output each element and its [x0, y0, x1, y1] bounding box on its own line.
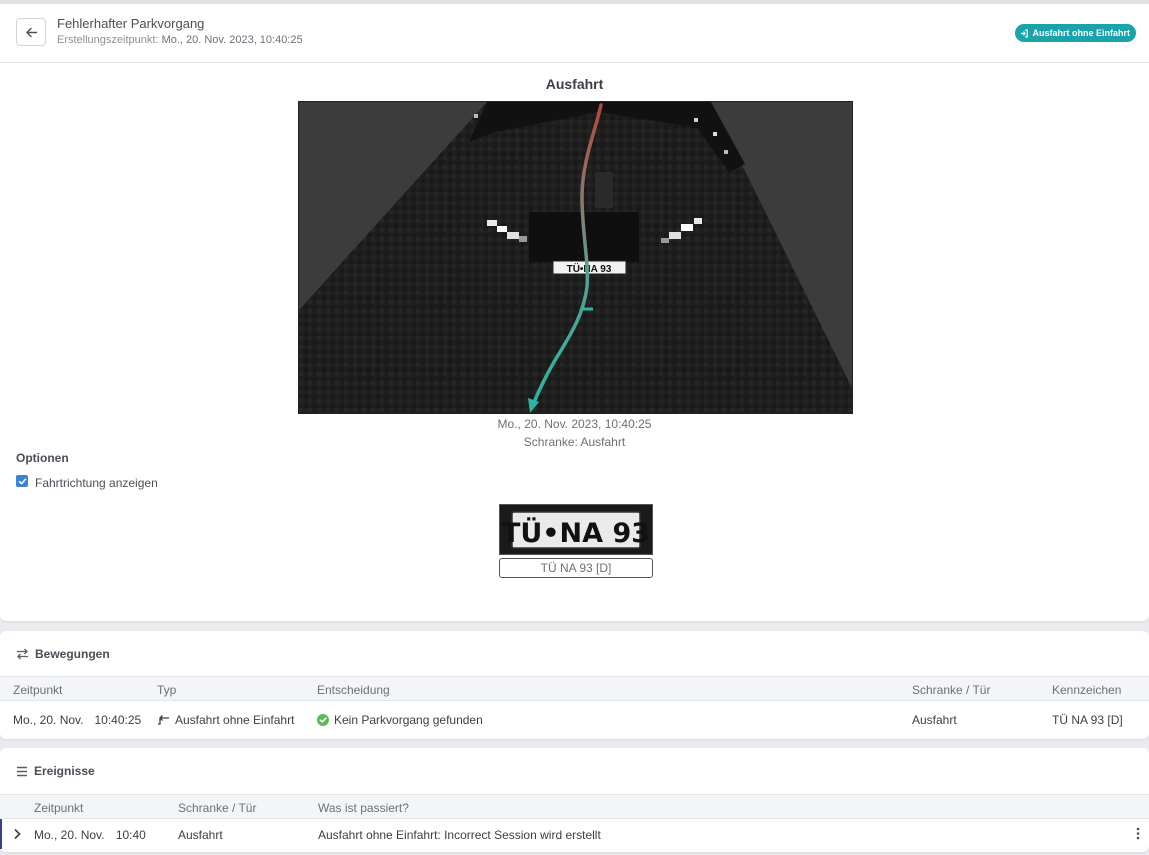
page-title: Fehlerhafter Parkvorgang	[57, 16, 205, 31]
camera-image: TÜ•NA 93	[298, 101, 853, 414]
movements-card: Bewegungen Zeitpunkt Typ Entscheidung Sc…	[0, 631, 1149, 739]
event-date: Mo., 20. Nov.	[34, 828, 105, 842]
recognized-plate: TÜ NA 93 [D]	[499, 558, 653, 578]
event-time: 10:40	[115, 828, 146, 842]
movement-plate: TÜ NA 93 [D]	[1052, 713, 1123, 727]
event-timestamp: Mo., 20. Nov. 10:40	[34, 828, 146, 842]
event-description: Ausfahrt ohne Einfahrt: Incorrect Sessio…	[318, 828, 601, 842]
chevron-right-icon[interactable]	[13, 828, 21, 840]
table-row[interactable]: Mo., 20. Nov. 10:40 Ausfahrt Ausfahrt oh…	[0, 819, 1149, 849]
col-typ[interactable]: Typ	[157, 683, 176, 697]
movement-type-label: Ausfahrt ohne Einfahrt	[175, 713, 295, 727]
capture-gate: Schranke: Ausfahrt	[523, 435, 626, 449]
table-row[interactable]: Mo., 20. Nov. 10:40:25 Ausfahrt ohne Ein…	[0, 701, 1149, 739]
more-vertical-icon[interactable]	[1136, 827, 1140, 840]
events-heading: Ereignisse	[16, 764, 95, 778]
plate-crop-graphic: TÜ•NA 93	[500, 505, 652, 554]
plate-crop-image: TÜ•NA 93	[499, 504, 653, 555]
list-icon	[17, 766, 27, 776]
arrow-left-icon	[25, 27, 37, 37]
col-entscheidung[interactable]: Entscheidung	[317, 683, 390, 697]
events-title: Ereignisse	[34, 764, 95, 778]
col-kennzeichen[interactable]: Kennzeichen	[1052, 683, 1121, 697]
plate-crop-text: TÜ•NA 93	[502, 516, 650, 549]
col-event-zeitpunkt[interactable]: Zeitpunkt	[34, 801, 83, 815]
options-heading: Optionen	[16, 451, 69, 465]
created-timestamp: Erstellungszeitpunkt: Mo., 20. Nov. 2023…	[57, 34, 303, 46]
movement-date: Mo., 20. Nov.	[13, 713, 84, 727]
page-header: Fehlerhafter Parkvorgang Erstellungszeit…	[0, 4, 1149, 63]
exchange-arrows-icon	[17, 648, 28, 660]
capture-title: Ausfahrt	[545, 76, 604, 92]
sign-in-icon	[1021, 28, 1029, 38]
movement-timestamp: Mo., 20. Nov. 10:40:25	[13, 713, 141, 727]
created-label: Erstellungszeitpunkt:	[57, 34, 159, 46]
exit-without-entry-button[interactable]: Ausfahrt ohne Einfahrt	[1015, 24, 1136, 42]
check-circle-icon	[317, 714, 329, 726]
movement-gate: Ausfahrt	[912, 713, 957, 727]
events-card: Ereignisse Zeitpunkt Schranke / Tür Was …	[0, 748, 1149, 852]
back-button[interactable]	[16, 18, 46, 46]
show-direction-label[interactable]: Fahrtrichtung anzeigen	[35, 476, 158, 490]
movement-time: 10:40:25	[94, 713, 142, 727]
event-gate: Ausfahrt	[178, 828, 223, 842]
col-zeitpunkt[interactable]: Zeitpunkt	[13, 683, 62, 697]
movements-heading: Bewegungen	[16, 647, 110, 661]
movements-title: Bewegungen	[35, 647, 110, 661]
show-direction-checkbox[interactable]	[16, 475, 28, 487]
movements-table-header: Zeitpunkt Typ Entscheidung Schranke / Tü…	[0, 676, 1149, 701]
movement-type: Ausfahrt ohne Einfahrt	[157, 713, 294, 727]
created-value: Mo., 20. Nov. 2023, 10:40:25	[161, 34, 303, 46]
exit-without-entry-label: Ausfahrt ohne Einfahrt	[1032, 28, 1130, 38]
col-event-what[interactable]: Was ist passiert?	[318, 801, 409, 815]
capture-time: Mo., 20. Nov. 2023, 10:40:25	[497, 417, 652, 431]
col-event-schranke[interactable]: Schranke / Tür	[178, 801, 256, 815]
events-table-header: Zeitpunkt Schranke / Tür Was ist passier…	[0, 794, 1149, 819]
parking-detail-card: Fehlerhafter Parkvorgang Erstellungszeit…	[0, 4, 1149, 621]
camera-scene: TÜ•NA 93	[299, 102, 852, 413]
scene-plate-text: TÜ•NA 93	[567, 262, 612, 275]
check-icon	[18, 478, 26, 484]
movement-decision-label: Kein Parkvorgang gefunden	[334, 713, 483, 727]
movement-decision: Kein Parkvorgang gefunden	[317, 713, 483, 727]
exit-without-entry-icon	[158, 715, 169, 725]
col-schranke[interactable]: Schranke / Tür	[912, 683, 990, 697]
